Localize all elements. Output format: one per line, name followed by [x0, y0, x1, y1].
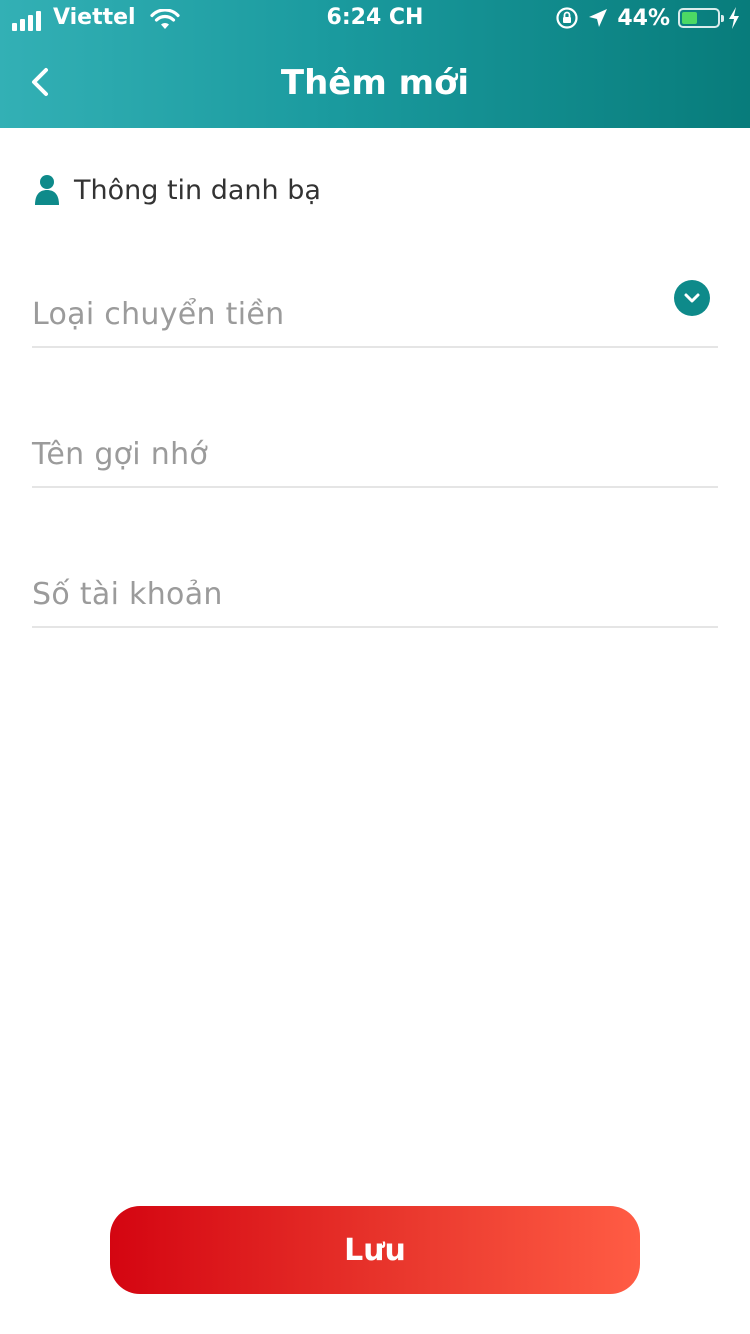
location-arrow-icon [589, 9, 608, 27]
nickname-field[interactable]: Tên gợi nhớ [32, 420, 718, 488]
status-bar: Viettel 6:24 CH 44% [0, 0, 750, 40]
section-heading-label: Thông tin danh bạ [74, 174, 321, 206]
account-number-placeholder: Số tài khoản [32, 577, 223, 612]
chevron-down-icon[interactable] [674, 280, 710, 316]
person-icon [35, 175, 59, 205]
rotation-lock-icon [556, 7, 578, 29]
page-title: Thêm mới [280, 63, 470, 103]
status-right: 44% [555, 5, 740, 31]
account-number-field[interactable]: Số tài khoản [32, 560, 718, 628]
battery-percentage: 44% [617, 5, 670, 31]
transfer-type-select[interactable]: Loại chuyển tiền [32, 280, 718, 348]
charging-bolt-icon [729, 7, 739, 29]
transfer-type-placeholder: Loại chuyển tiền [32, 297, 285, 332]
battery-icon [678, 8, 724, 28]
save-button[interactable]: Lưu [110, 1206, 640, 1294]
battery-fill [682, 12, 697, 24]
nickname-placeholder: Tên gợi nhớ [32, 437, 209, 472]
top-bar: Viettel 6:24 CH 44% Thêm mới [0, 0, 750, 128]
section-heading: Thông tin danh bạ [34, 174, 321, 206]
